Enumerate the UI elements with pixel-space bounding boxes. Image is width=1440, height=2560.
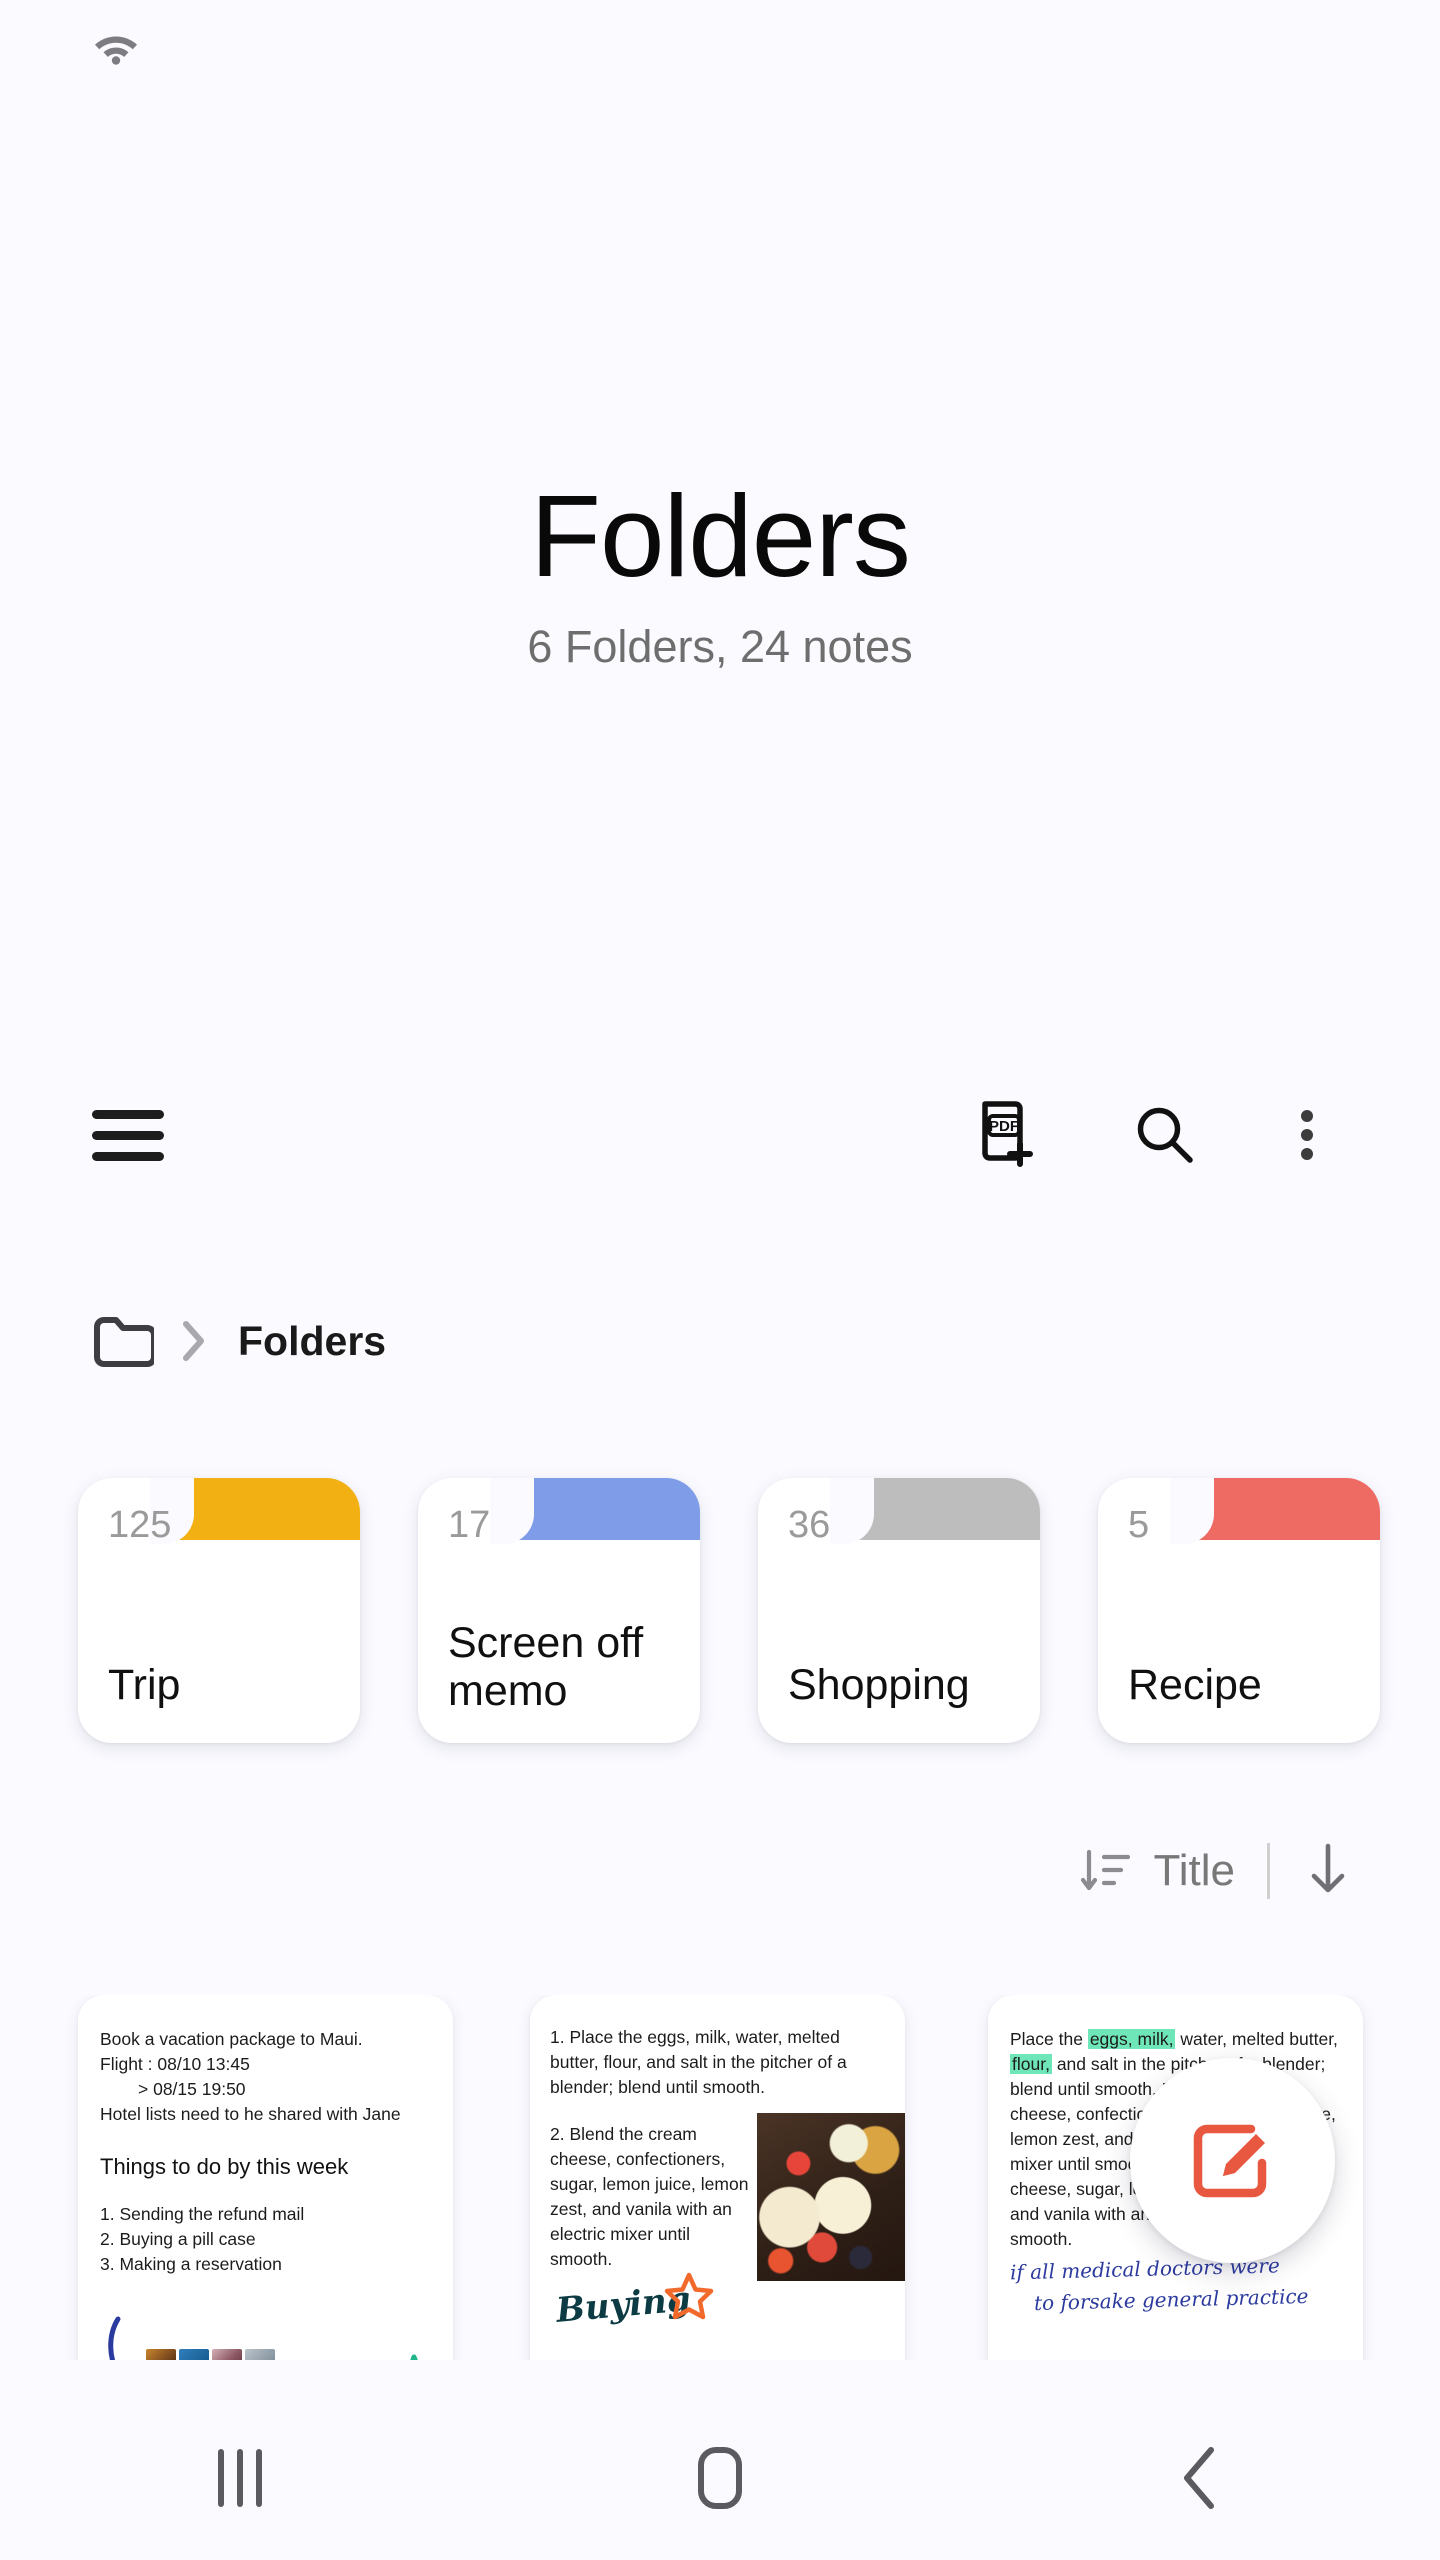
- sort-bar: Title: [1080, 1838, 1355, 1903]
- recents-icon: [218, 2448, 262, 2507]
- folder-color-tab: [160, 1478, 360, 1540]
- sort-direction-button[interactable]: [1302, 1838, 1354, 1903]
- folder-note-count: 17: [448, 1504, 491, 1546]
- note-text-line: Flight : 08/10 13:45: [100, 2054, 250, 2075]
- page-header: Folders 6 Folders, 24 notes: [0, 470, 1440, 673]
- sort-by-button[interactable]: Title: [1080, 1845, 1236, 1896]
- hamburger-menu-button[interactable]: [72, 1080, 182, 1190]
- sort-by-label: Title: [1153, 1845, 1236, 1895]
- folder-card-recipe[interactable]: 5 Recipe: [1098, 1478, 1380, 1743]
- star-doodle-icon: [664, 2272, 714, 2320]
- page-subtitle: 6 Folders, 24 notes: [527, 621, 913, 673]
- status-bar: [0, 0, 1440, 100]
- folder-note-count: 5: [1128, 1504, 1150, 1546]
- search-button[interactable]: [1110, 1080, 1220, 1190]
- note-paragraph: 2. Blend the cream cheese, confectioners…: [550, 2124, 749, 2270]
- note-heading: Things to do by this week: [100, 2154, 349, 2180]
- note-highlight: eggs, milk,: [1087, 2029, 1176, 2049]
- action-bar: PDF: [0, 1030, 1440, 1210]
- folder-color-tab: [840, 1478, 1040, 1540]
- folder-name: Recipe: [1128, 1660, 1262, 1709]
- folder-card-screen-off-memo[interactable]: 17 Screen off memo: [418, 1478, 700, 1743]
- note-text-segment: water, melted butter,: [1175, 2029, 1338, 2049]
- folder-name: Trip: [108, 1660, 181, 1709]
- sort-descending-icon: [1080, 1849, 1130, 1890]
- note-paragraph: 1. Place the eggs, milk, water, melted b…: [550, 2027, 847, 2098]
- create-note-fab[interactable]: [1130, 2058, 1335, 2263]
- chevron-right-icon: [183, 1321, 204, 1361]
- note-highlight: flour,: [1010, 2054, 1052, 2075]
- recents-button[interactable]: [155, 2418, 325, 2538]
- folder-note-count: 36: [788, 1504, 831, 1546]
- back-button[interactable]: [1115, 2418, 1285, 2538]
- search-icon: [1137, 1107, 1193, 1163]
- arrow-down-icon: [1311, 1843, 1345, 1893]
- note-image: [757, 2113, 905, 2281]
- back-icon: [1184, 2446, 1214, 2509]
- folder-card-trip[interactable]: 125 Trip: [78, 1478, 360, 1743]
- breadcrumb[interactable]: Folders: [92, 1315, 386, 1367]
- svg-text:PDF: PDF: [989, 1118, 1019, 1135]
- home-button[interactable]: [635, 2418, 805, 2538]
- import-pdf-button[interactable]: PDF: [952, 1080, 1062, 1190]
- breadcrumb-current-label: Folders: [238, 1317, 387, 1364]
- folder-note-count: 125: [108, 1504, 172, 1546]
- more-options-button[interactable]: [1252, 1080, 1362, 1190]
- more-options-icon: [1301, 1103, 1313, 1167]
- folder-card-shopping[interactable]: 36 Shopping: [758, 1478, 1040, 1743]
- compose-note-icon: [1193, 2124, 1266, 2197]
- hamburger-menu-icon: [92, 1110, 164, 1119]
- folder-name: Screen off memo: [448, 1618, 644, 1715]
- hamburger-menu-icon-line: [92, 1131, 164, 1140]
- notes-app-screen: Folders 6 Folders, 24 notes PDF Folders …: [0, 0, 1440, 2560]
- pdf-add-icon: PDF: [982, 1101, 1033, 1167]
- note-list-item: 2. Buying a pill case: [100, 2228, 256, 2249]
- note-text-segment: Place the: [1010, 2029, 1088, 2049]
- note-handwriting-block: if all medical doctors were to forsake g…: [1010, 2253, 1349, 2315]
- system-navigation-bar: [0, 2395, 1440, 2560]
- home-icon: [698, 2446, 742, 2509]
- note-text-line: > 08/15 19:50: [138, 2079, 246, 2100]
- note-text-line: Book a vacation package to Maui.: [100, 2029, 363, 2049]
- hamburger-menu-icon-line: [92, 1152, 164, 1161]
- folder-list: 125 Trip 17 Screen off memo 36 Shopping …: [0, 1478, 1440, 1748]
- note-list-item: 3. Making a reservation: [100, 2253, 282, 2274]
- note-card[interactable]: Book a vacation package to Maui. Flight …: [78, 1995, 453, 2360]
- page-title: Folders: [530, 471, 911, 601]
- folder-color-tab: [1180, 1478, 1380, 1540]
- note-list-item: 1. Sending the refund mail: [100, 2203, 305, 2224]
- folder-icon: [94, 1317, 154, 1367]
- folder-color-tab: [500, 1478, 700, 1540]
- folder-name: Shopping: [788, 1660, 970, 1709]
- note-text-line: Hotel lists need to he shared with Jane: [100, 2104, 401, 2125]
- wifi-icon: [90, 26, 142, 66]
- note-image-thumbnails: [146, 2349, 275, 2360]
- sort-divider: [1267, 1842, 1270, 1899]
- note-card[interactable]: 1. Place the eggs, milk, water, melted b…: [530, 1995, 905, 2360]
